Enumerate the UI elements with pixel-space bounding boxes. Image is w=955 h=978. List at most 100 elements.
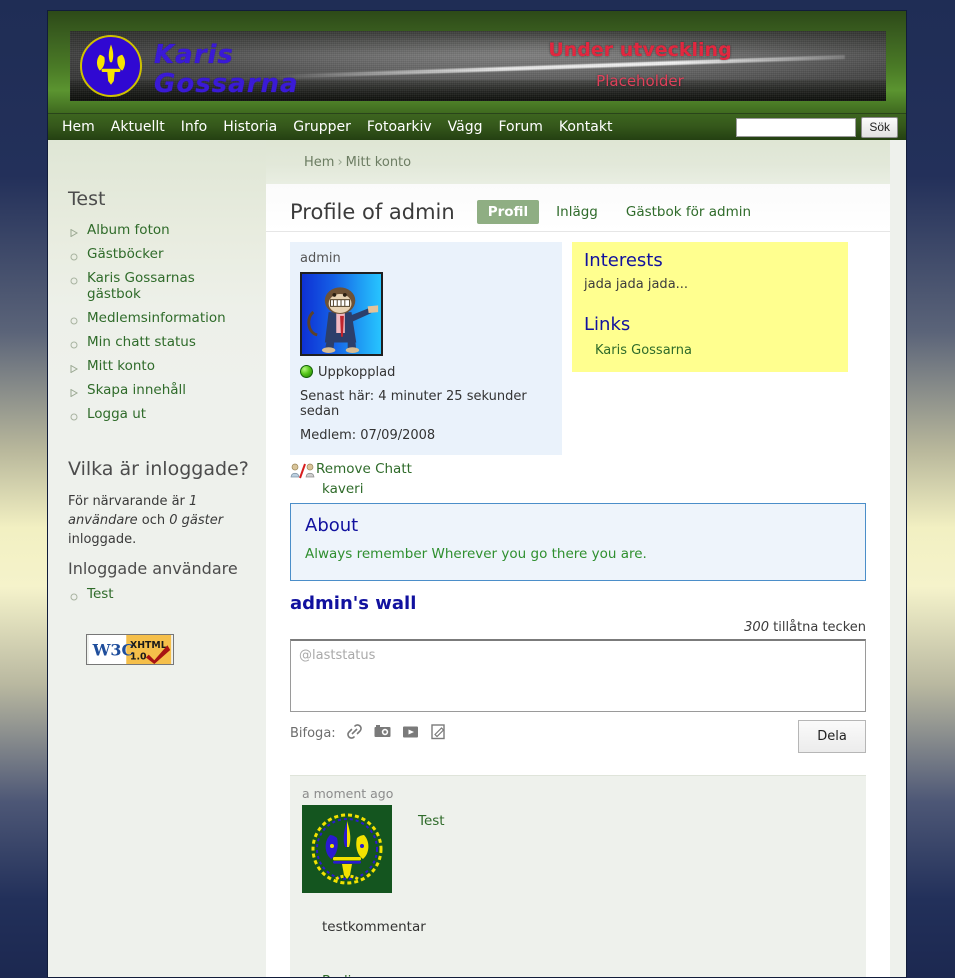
avatar — [300, 272, 383, 356]
banner-headline: Under utveckling — [548, 39, 732, 61]
post-timestamp: a moment ago — [302, 786, 394, 801]
camera-icon[interactable] — [373, 722, 392, 741]
profile-status-line: Uppkopplad — [300, 365, 552, 380]
note-icon[interactable] — [429, 722, 448, 741]
attach-icons — [345, 720, 448, 741]
share-button[interactable]: Dela — [798, 720, 866, 753]
remove-chatt-subline: kaveri — [266, 479, 890, 497]
svg-text:W3C: W3C — [92, 641, 135, 660]
sidebar-item-logga-ut[interactable]: Logga ut — [68, 402, 252, 426]
post-author-link[interactable]: Test — [418, 813, 445, 829]
breadcrumb-home[interactable]: Hem — [304, 155, 334, 170]
sidebar-link-medlemsinformation[interactable]: Medlemsinformation — [87, 310, 226, 326]
allowed-characters-count: 300 — [744, 620, 769, 635]
svg-text:1.0: 1.0 — [130, 651, 147, 662]
remove-chatt-link[interactable]: Remove Chatt — [316, 461, 412, 477]
main-content: Profile of admin Profil Inlägg Gästbok f… — [266, 184, 890, 977]
sidebar-item-min-chatt-status[interactable]: Min chatt status — [68, 330, 252, 354]
sidebar-link-logga-ut[interactable]: Logga ut — [87, 406, 146, 422]
post-author: Test — [418, 805, 445, 893]
profile-tabs: Profil Inlägg Gästbok för admin — [476, 199, 762, 224]
triangle-bullet-icon — [70, 225, 78, 238]
link-karis-gossarna[interactable]: Karis Gossarna — [595, 343, 692, 358]
nav-item-vagg[interactable]: Vägg — [440, 119, 491, 135]
svg-text:XHTML: XHTML — [130, 640, 167, 651]
remove-chatt-sub-link[interactable]: kaveri — [322, 481, 363, 497]
profile-username: admin — [300, 251, 341, 266]
sidebar-item-gastbocker[interactable]: Gästböcker — [68, 242, 252, 266]
sidebar-item-medlemsinformation[interactable]: Medlemsinformation — [68, 306, 252, 330]
circle-bullet-icon — [70, 273, 78, 285]
triangle-bullet-icon — [70, 361, 78, 374]
circle-bullet-icon — [70, 313, 78, 325]
circle-bullet-icon — [70, 249, 78, 261]
nav-item-historia[interactable]: Historia — [215, 119, 285, 135]
nav-item-hem[interactable]: Hem — [54, 119, 103, 135]
tab-gastbok[interactable]: Gästbok för admin — [615, 200, 762, 224]
about-text: Always remember Wherever you go there yo… — [305, 546, 647, 562]
post-edit-link[interactable]: Redigera — [322, 973, 382, 977]
nav-item-grupper[interactable]: Grupper — [285, 119, 359, 135]
triangle-bullet-icon — [70, 385, 78, 398]
links-heading: Links — [584, 314, 631, 335]
interests-panel: Interests jada jada jada... Links Karis … — [572, 242, 848, 372]
sidebar-item-skapa-innehall[interactable]: Skapa innehåll — [68, 378, 252, 402]
video-icon[interactable] — [401, 722, 420, 741]
nav-item-forum[interactable]: Forum — [490, 119, 550, 135]
logged-in-user-item[interactable]: Test — [68, 582, 252, 606]
wall-status-input[interactable] — [290, 639, 866, 712]
scout-logo-icon — [80, 35, 142, 97]
sidebar-link-min-chatt-status[interactable]: Min chatt status — [87, 334, 196, 350]
search-form: Sök — [736, 117, 898, 138]
nav-item-info[interactable]: Info — [173, 119, 216, 135]
nav-item-aktuellt[interactable]: Aktuellt — [103, 119, 173, 135]
about-panel: About Always remember Wherever you go th… — [290, 503, 866, 581]
site-page: Karis Gossarna Under utveckling Placehol… — [47, 10, 907, 978]
nav-item-fotoarkiv[interactable]: Fotoarkiv — [359, 119, 440, 135]
sidebar-link-gastbocker[interactable]: Gästböcker — [87, 246, 164, 262]
post-body: testkommentar — [322, 919, 426, 935]
tab-inlagg[interactable]: Inlägg — [545, 200, 609, 224]
sidebar-item-album-foton[interactable]: Album foton — [68, 218, 252, 242]
profile-member-since: Medlem: 07/09/2008 — [300, 428, 436, 443]
logged-in-user-link[interactable]: Test — [87, 586, 114, 602]
search-button[interactable]: Sök — [861, 117, 898, 138]
logged-in-users-heading: Inloggade användare — [68, 559, 238, 578]
online-text-1: För närvarande är — [68, 494, 190, 509]
nav-item-kontakt[interactable]: Kontakt — [551, 119, 621, 135]
circle-bullet-icon — [70, 409, 78, 421]
logged-in-users-list: Test — [68, 580, 252, 606]
sidebar-item-mitt-konto[interactable]: Mitt konto — [68, 354, 252, 378]
wall-title: admin's wall — [290, 593, 417, 614]
sidebar-menu: Album foton Gästböcker Karis Gossarnas g… — [68, 216, 252, 426]
sidebar-link-karis-gastbok[interactable]: Karis Gossarnas gästbok — [87, 270, 195, 302]
allowed-characters-suffix: tillåtna tecken — [768, 620, 866, 635]
sidebar-link-skapa-innehall[interactable]: Skapa innehåll — [87, 382, 186, 398]
tab-profil[interactable]: Profil — [476, 199, 540, 224]
sidebar-user-heading: Test — [68, 188, 106, 210]
sidebar-item-karis-gastbok[interactable]: Karis Gossarnas gästbok — [68, 266, 252, 306]
circle-bullet-icon — [70, 589, 78, 601]
breadcrumb: Hem › Mitt konto — [266, 140, 890, 170]
who-is-online-text: För närvarande är 1 användare och 0 gäst… — [68, 486, 252, 549]
online-status-icon — [300, 365, 313, 378]
profile-info-panel: admin Uppkopplad Senast här: 4 minuter 2… — [290, 242, 562, 455]
interests-heading: Interests — [584, 250, 663, 271]
about-heading: About — [305, 515, 359, 536]
attach-label: Bifoga: — [290, 726, 336, 741]
banner-notice: Under utveckling Placeholder — [470, 39, 810, 90]
search-input[interactable] — [736, 118, 857, 137]
site-title-line-2: Gossarna — [154, 69, 299, 99]
allowed-characters: 300 tillåtna tecken — [290, 620, 866, 635]
post-header-row: Test — [302, 805, 854, 893]
breadcrumb-current: Mitt konto — [345, 155, 412, 170]
online-text-3: inloggade. — [68, 532, 137, 547]
w3c-xhtml-validator-badge-icon[interactable]: W3C XHTML 1.0 — [86, 634, 174, 665]
circle-bullet-icon — [70, 337, 78, 349]
sidebar-link-album-foton[interactable]: Album foton — [87, 222, 170, 238]
header-banner-image: Karis Gossarna Under utveckling Placehol… — [70, 31, 886, 101]
remove-buddy-icon — [290, 463, 316, 479]
site-title: Karis Gossarna — [154, 41, 299, 99]
link-icon[interactable] — [345, 722, 364, 741]
sidebar-link-mitt-konto[interactable]: Mitt konto — [87, 358, 155, 374]
